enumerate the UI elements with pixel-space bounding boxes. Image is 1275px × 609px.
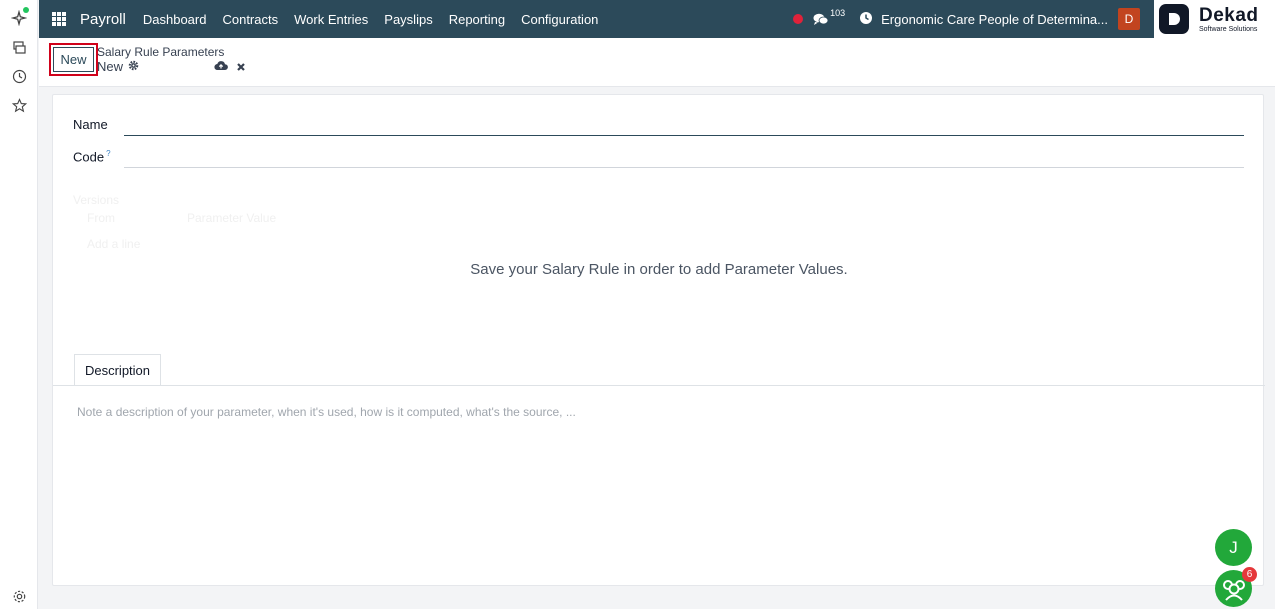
code-help-icon[interactable]: ?	[106, 149, 110, 158]
people-icon	[1222, 579, 1245, 601]
app-brand[interactable]: Payroll	[80, 11, 126, 28]
name-label: Name	[73, 117, 108, 132]
breadcrumb[interactable]: Salary Rule Parameters	[97, 45, 224, 59]
menu-payslips[interactable]: Payslips	[384, 12, 432, 27]
name-input[interactable]	[124, 135, 1244, 136]
add-line-link: Add a line	[87, 237, 141, 251]
company-logo: Dekad Software Solutions	[1154, 0, 1275, 38]
save-notice: Save your Salary Rule in order to add Pa…	[470, 261, 848, 278]
dekad-logo-icon	[1159, 4, 1189, 34]
user-chat-bubble[interactable]: J	[1215, 529, 1252, 566]
menu-reporting[interactable]: Reporting	[449, 12, 505, 27]
logo-title: Dekad	[1199, 4, 1259, 26]
tab-divider	[53, 385, 1265, 386]
menu-configuration[interactable]: Configuration	[521, 12, 598, 27]
star-icon[interactable]	[9, 95, 29, 115]
record-name: New	[97, 59, 124, 74]
gear-icon[interactable]	[128, 59, 139, 74]
notification-count: 6	[1242, 567, 1257, 582]
status-dot	[23, 7, 29, 13]
new-button[interactable]: New	[53, 47, 94, 72]
new-button-highlight: New	[49, 43, 98, 76]
left-rail	[0, 0, 38, 609]
record-title: New	[97, 59, 139, 74]
navbar-systray: 103 Ergonomic Care People of Determina..…	[793, 0, 1275, 38]
save-cloud-icon[interactable]	[214, 59, 228, 74]
versions-label: Versions	[73, 193, 120, 207]
code-input[interactable]	[124, 167, 1244, 168]
form-sheet: Name Code? Versions From Parameter Value…	[52, 94, 1265, 586]
sparkle-icon[interactable]	[9, 7, 29, 28]
col-from: From	[87, 211, 115, 225]
menu-work-entries[interactable]: Work Entries	[294, 12, 368, 27]
logo-subtitle: Software Solutions	[1199, 25, 1258, 33]
settings-icon[interactable]	[9, 586, 29, 606]
code-label: Code?	[73, 149, 111, 165]
chat-count: 103	[830, 8, 846, 18]
menu-dashboard[interactable]: Dashboard	[143, 12, 207, 27]
col-parameter-value: Parameter Value	[187, 211, 277, 225]
activity-clock-icon[interactable]	[859, 11, 873, 28]
chat-icon	[813, 13, 829, 25]
apps-grid-icon[interactable]	[52, 12, 66, 26]
recording-indicator[interactable]	[793, 14, 804, 24]
top-navbar: Payroll Dashboard Contracts Work Entries…	[39, 0, 1275, 38]
main-menu: Dashboard Contracts Work Entries Payslip…	[143, 12, 615, 27]
user-avatar[interactable]: D	[1118, 8, 1140, 30]
history-icon[interactable]	[9, 66, 29, 86]
discard-close-icon[interactable]	[236, 60, 246, 75]
chat-button[interactable]: 103	[813, 8, 845, 26]
description-field[interactable]: Note a description of your parameter, wh…	[77, 405, 576, 419]
menu-contracts[interactable]: Contracts	[222, 12, 278, 27]
control-panel: New Salary Rule Parameters New	[39, 38, 1275, 87]
company-switcher[interactable]: Ergonomic Care People of Determina...	[881, 12, 1108, 27]
inbox-icon[interactable]	[9, 37, 29, 57]
tab-description[interactable]: Description	[74, 354, 161, 386]
